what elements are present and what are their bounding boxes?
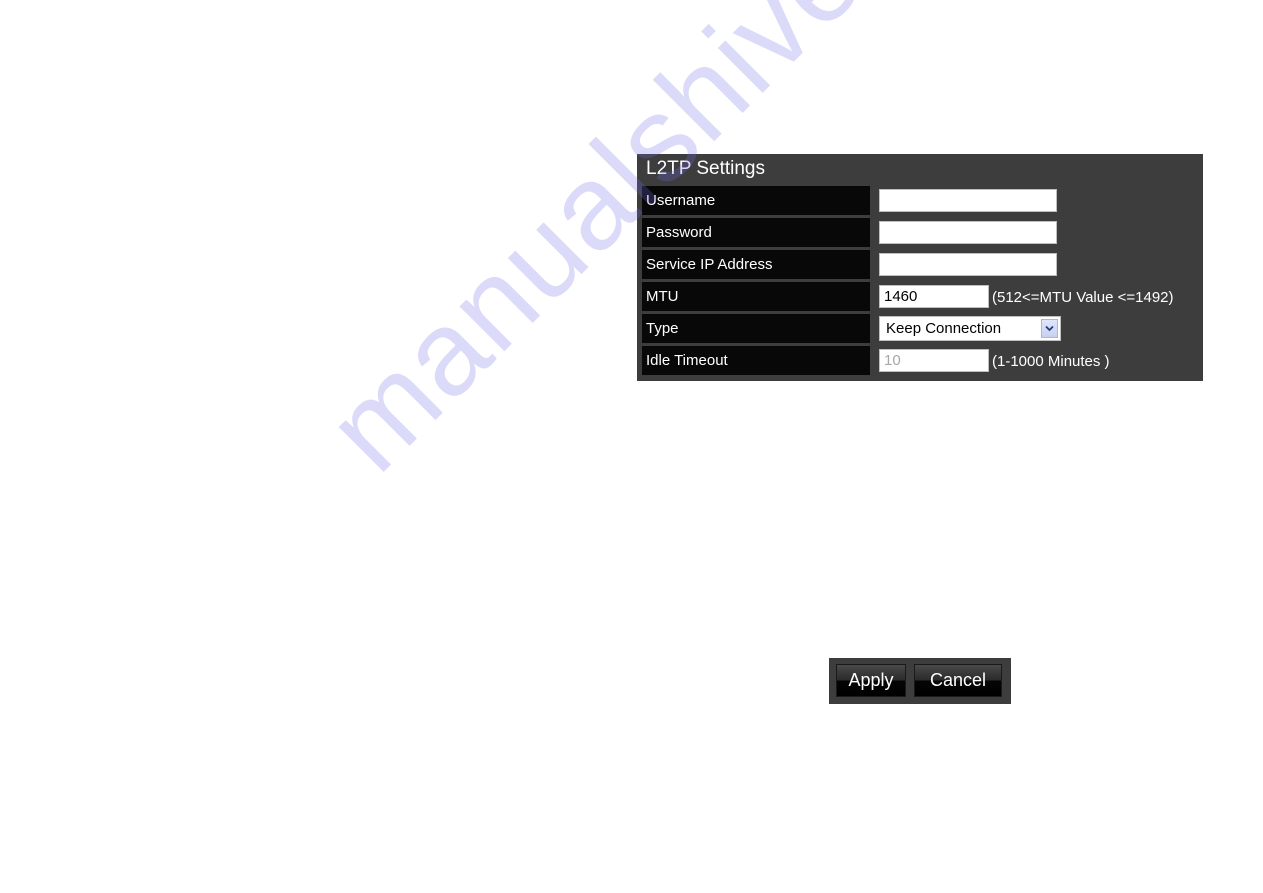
type-row: Type Keep Connection [642,314,1198,343]
idle-timeout-input[interactable] [879,349,989,372]
idle-timeout-row: Idle Timeout (1-1000 Minutes ) [642,346,1198,375]
password-label: Password [642,218,870,247]
l2tp-settings-panel: L2TP Settings Username Password Service … [637,154,1203,381]
idle-timeout-label: Idle Timeout [642,346,870,375]
mtu-input[interactable] [879,285,989,308]
cancel-button[interactable]: Cancel [914,664,1002,697]
username-label: Username [642,186,870,215]
button-bar: Apply Cancel [829,658,1011,704]
chevron-down-icon[interactable] [1041,319,1058,338]
mtu-row: MTU (512<=MTU Value <=1492) [642,282,1198,311]
service-ip-label: Service IP Address [642,250,870,279]
type-select[interactable]: Keep Connection [879,316,1061,341]
password-row: Password [642,218,1198,247]
idle-timeout-hint: (1-1000 Minutes ) [992,353,1110,370]
type-select-value: Keep Connection [886,320,1002,337]
password-input[interactable] [879,221,1057,244]
apply-button[interactable]: Apply [836,664,906,697]
mtu-hint: (512<=MTU Value <=1492) [992,289,1174,306]
mtu-label: MTU [642,282,870,311]
username-row: Username [642,186,1198,215]
username-input[interactable] [879,189,1057,212]
service-ip-input[interactable] [879,253,1057,276]
type-label: Type [642,314,870,343]
service-ip-row: Service IP Address [642,250,1198,279]
panel-title: L2TP Settings [646,158,766,179]
